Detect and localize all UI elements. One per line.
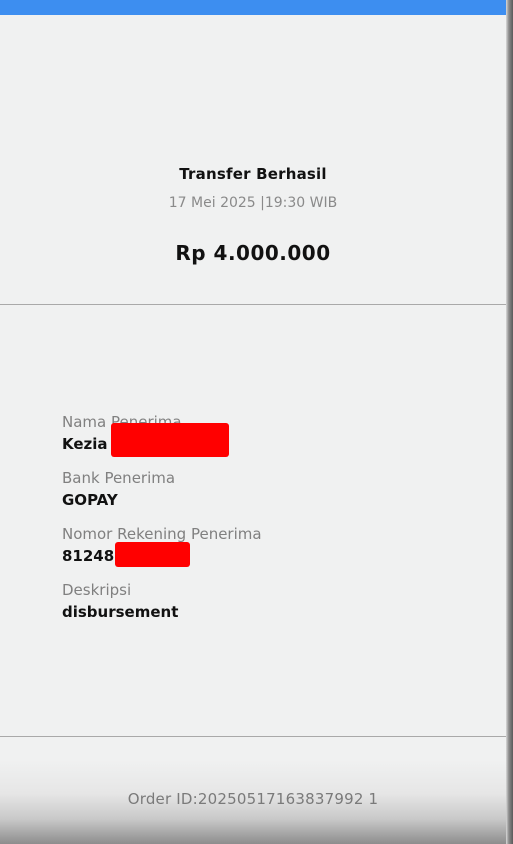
description-value: disbursement (62, 603, 179, 621)
divider-bottom (0, 736, 506, 737)
divider-top (0, 304, 506, 305)
transfer-receipt: Transfer Berhasil 17 Mei 2025 |19:30 WIB… (0, 15, 506, 844)
transfer-details: Nama Penerima Kezia Bank Penerima GOPAY … (62, 413, 462, 637)
account-number-value: 81248 (62, 547, 115, 565)
recipient-name-value-wrap: Kezia (62, 423, 229, 457)
account-number-label: Nomor Rekening Penerima (62, 525, 262, 543)
field-account-number: Nomor Rekening Penerima 81248 (62, 525, 462, 567)
window-edge-shadow (506, 0, 513, 844)
description-label: Deskripsi (62, 581, 132, 599)
redaction-box-account (115, 542, 190, 567)
top-status-bar (0, 0, 506, 15)
field-description: Deskripsi disbursement (62, 581, 462, 622)
field-recipient-name: Nama Penerima Kezia (62, 413, 462, 457)
receipt-title: Transfer Berhasil (179, 165, 327, 183)
receipt-datetime: 17 Mei 2025 |19:30 WIB (168, 195, 338, 211)
order-id: Order ID:20250517163837992 1 (127, 790, 379, 808)
bank-label: Bank Penerima (62, 469, 176, 487)
account-number-value-wrap: 81248 (62, 542, 190, 567)
receipt-amount: Rp 4.000.000 (175, 241, 331, 265)
bank-value: GOPAY (62, 491, 118, 509)
receipt-header: Transfer Berhasil 17 Mei 2025 |19:30 WIB… (0, 165, 506, 265)
redaction-box-name (111, 423, 229, 457)
recipient-name-value: Kezia (62, 435, 108, 453)
field-bank: Bank Penerima GOPAY (62, 469, 462, 510)
